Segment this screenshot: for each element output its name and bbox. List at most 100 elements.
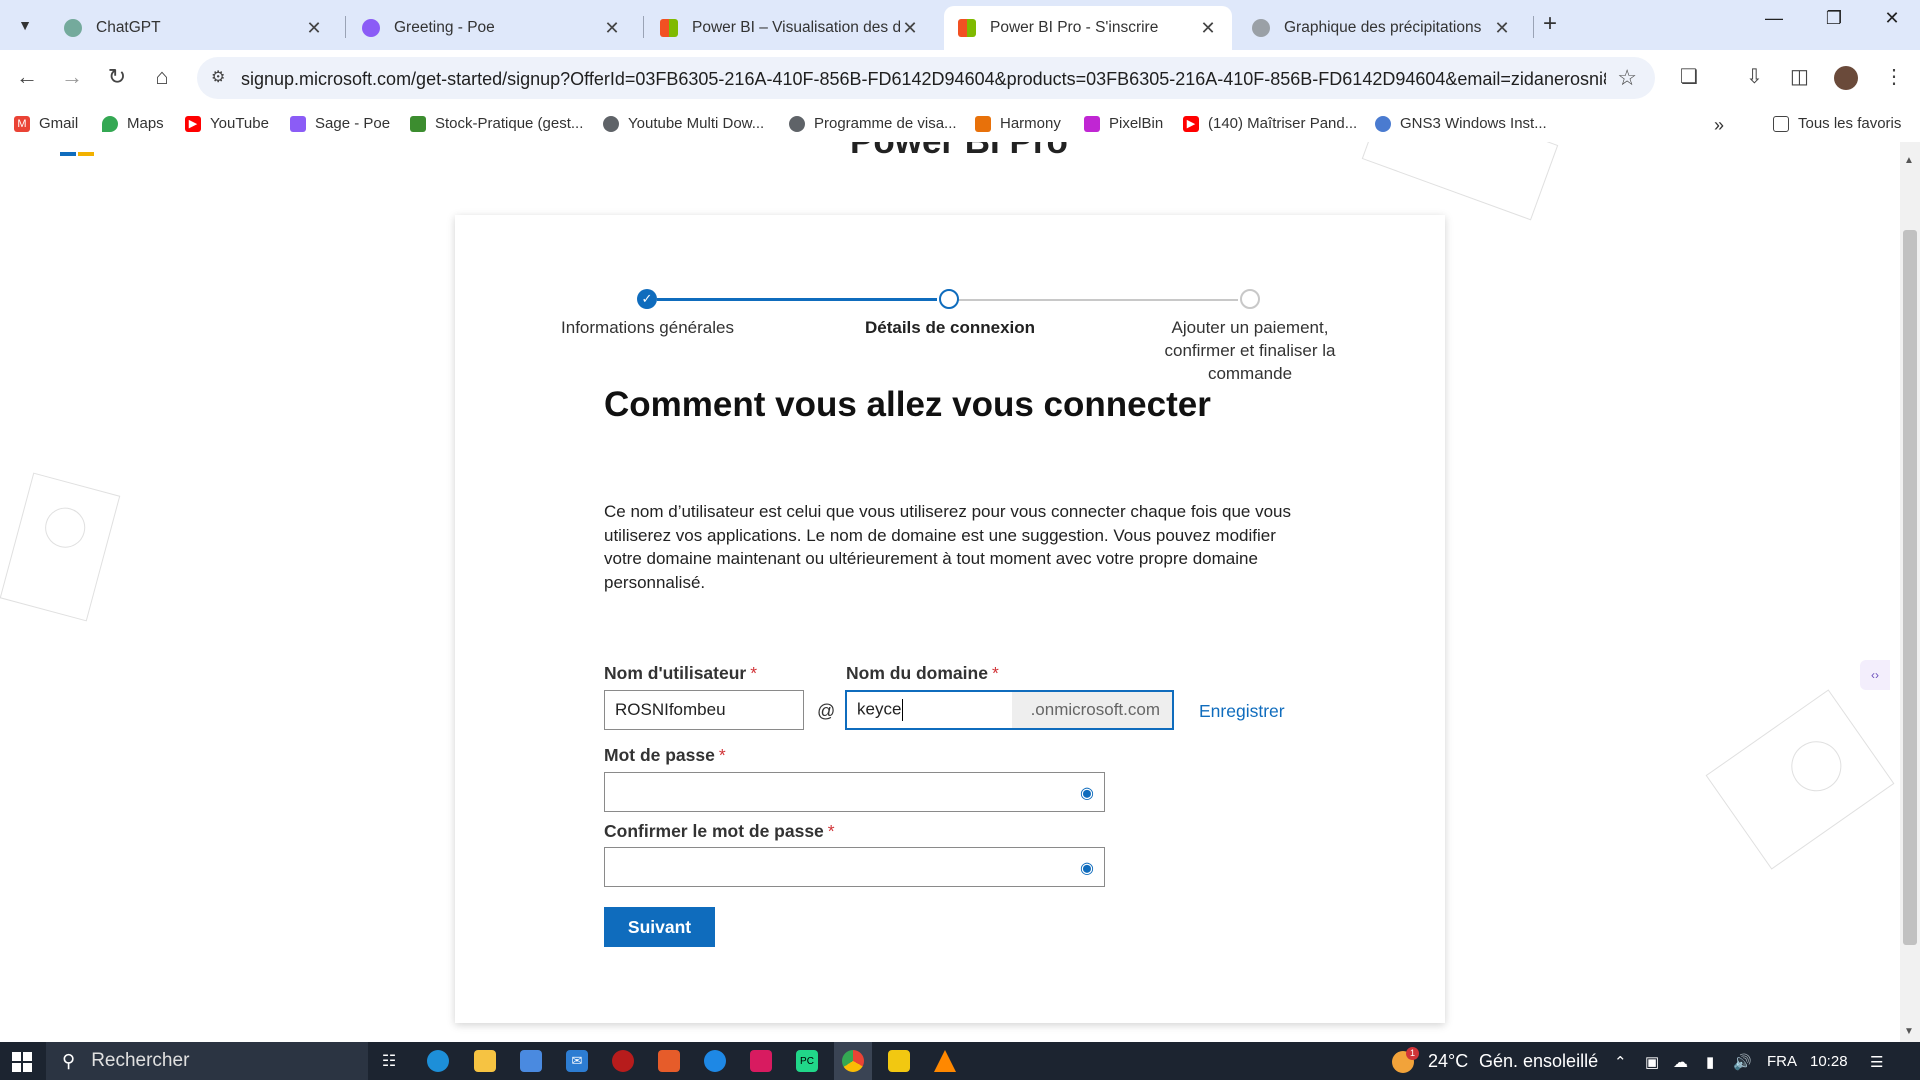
bookmark-maps[interactable]: Maps: [102, 115, 164, 132]
tab-poe[interactable]: Greeting - Poe ✕: [348, 6, 636, 50]
username-input[interactable]: ROSNIfombeu: [604, 690, 804, 730]
pycharm-icon[interactable]: PC: [796, 1050, 818, 1072]
url-text[interactable]: signup.microsoft.com/get-started/signup?…: [241, 69, 1606, 90]
bookmark-harmony[interactable]: Harmony: [975, 115, 1061, 132]
download-icon[interactable]: ⇩: [1746, 64, 1763, 89]
domain-label: Nom du domaine *: [846, 663, 999, 684]
powerbi-icon[interactable]: [888, 1050, 910, 1072]
weather-temperature[interactable]: 24°C: [1428, 1051, 1468, 1072]
reload-icon[interactable]: ↻: [102, 64, 132, 90]
chevron-up-icon[interactable]: ⌃: [1614, 1053, 1627, 1071]
youtube-icon: ▶: [1183, 115, 1199, 132]
eye-icon[interactable]: ◉: [1080, 858, 1094, 878]
windows-taskbar: ⚲ Rechercher ☷ ✉ PC 1 24°C Gén. ensoleil…: [0, 1042, 1920, 1080]
language-indicator[interactable]: FRA: [1767, 1053, 1797, 1070]
bookmark-star-icon[interactable]: ☆: [1617, 65, 1637, 91]
feedback-widget-icon[interactable]: ‹›: [1860, 660, 1890, 690]
address-bar[interactable]: ⚙ signup.microsoft.com/get-started/signu…: [197, 57, 1655, 99]
side-panel-icon[interactable]: ◫: [1790, 64, 1809, 89]
close-icon[interactable]: ✕: [900, 18, 920, 39]
site-info-icon[interactable]: ⚙: [211, 67, 225, 87]
app-blue-icon[interactable]: [704, 1050, 726, 1072]
tab-search-button[interactable]: ▼: [8, 10, 42, 40]
tab-powerbi-signup[interactable]: Power BI Pro - S'inscrire ✕: [944, 6, 1232, 50]
description-text: Ce nom d’utilisateur est celui que vous …: [604, 502, 1291, 592]
confirm-password-input[interactable]: ◉: [604, 847, 1105, 887]
new-tab-button[interactable]: +: [1543, 10, 1557, 38]
app-red-icon[interactable]: [612, 1050, 634, 1072]
tab-divider: [643, 16, 644, 38]
cloud-icon[interactable]: ☁: [1673, 1053, 1688, 1071]
all-bookmarks-folder[interactable]: Tous les favoris: [1773, 115, 1901, 132]
taskbar-search-box[interactable]: ⚲ Rechercher: [46, 1042, 368, 1080]
gmail-icon: M: [14, 115, 30, 132]
bookmark-label: (140) Maîtriser Pand...: [1208, 115, 1358, 132]
more-bookmarks-icon[interactable]: »: [1714, 115, 1724, 136]
tab-powerbi-visualisation[interactable]: Power BI – Visualisation des do ✕: [646, 6, 934, 50]
app-pink-icon[interactable]: [750, 1050, 772, 1072]
edge-icon[interactable]: [427, 1050, 449, 1072]
vlc-icon[interactable]: [934, 1050, 956, 1072]
page-heading: Comment vous allez vous connecter: [604, 385, 1211, 424]
camera-icon[interactable]: ▣: [1645, 1053, 1659, 1071]
search-icon: ⚲: [62, 1050, 76, 1071]
close-icon[interactable]: ✕: [1492, 18, 1512, 39]
domain-value: keyce: [847, 699, 904, 721]
domain-input[interactable]: keyce .onmicrosoft.com: [845, 690, 1174, 730]
window-close-icon[interactable]: ✕: [1872, 8, 1912, 29]
bookmark-youtube[interactable]: ▶ YouTube: [185, 115, 269, 132]
bookmark-maitriser-pandas[interactable]: ▶ (140) Maîtriser Pand...: [1183, 115, 1357, 132]
save-domain-link[interactable]: Enregistrer: [1199, 701, 1285, 722]
close-icon[interactable]: ✕: [602, 18, 622, 39]
bookmark-youtube-multi[interactable]: Youtube Multi Dow...: [603, 115, 764, 132]
user-sketch-icon: [40, 503, 90, 553]
required-mark: *: [750, 663, 758, 683]
extensions-icon[interactable]: ❏: [1680, 64, 1698, 89]
chrome-icon[interactable]: [842, 1050, 864, 1072]
tab-title: Power BI Pro - S'inscrire: [990, 19, 1159, 36]
clock-time[interactable]: 10:28: [1810, 1053, 1848, 1070]
menu-icon[interactable]: ⋮: [1884, 64, 1904, 89]
bookmark-sage-poe[interactable]: Sage - Poe: [290, 115, 390, 132]
eye-icon[interactable]: ◉: [1080, 783, 1094, 803]
tab-graphique[interactable]: Graphique des précipitations ✕: [1238, 6, 1526, 50]
weather-description[interactable]: Gén. ensoleillé: [1479, 1051, 1598, 1072]
next-button[interactable]: Suivant: [604, 907, 715, 947]
bookmark-pixelbin[interactable]: PixelBin: [1084, 115, 1163, 132]
task-view-icon[interactable]: ☷: [378, 1050, 400, 1072]
bookmark-gmail[interactable]: M Gmail: [14, 115, 78, 132]
forward-icon[interactable]: →: [57, 64, 87, 90]
back-icon[interactable]: ←: [12, 64, 42, 90]
bookmark-label: PixelBin: [1109, 115, 1164, 132]
password-input[interactable]: ◉: [604, 772, 1105, 812]
scroll-up-icon[interactable]: ▲: [1904, 155, 1914, 166]
file-explorer-icon[interactable]: [474, 1050, 496, 1072]
store-icon[interactable]: [520, 1050, 542, 1072]
windows-start-icon[interactable]: [12, 1052, 32, 1072]
home-icon[interactable]: ⌂: [147, 64, 177, 90]
bookmark-label: YouTube: [210, 115, 269, 132]
notifications-icon[interactable]: ☰: [1870, 1053, 1883, 1071]
tab-chatgpt[interactable]: ChatGPT ✕: [50, 6, 338, 50]
scroll-down-icon[interactable]: ▼: [1904, 1026, 1914, 1037]
step-current-dot: [939, 289, 959, 309]
step-label-connection-details: Détails de connexion: [864, 318, 1036, 337]
bookmark-stock-pratique[interactable]: Stock-Pratique (gest...: [410, 115, 583, 132]
profile-avatar[interactable]: [1834, 66, 1858, 90]
scrollbar-thumb[interactable]: [1903, 230, 1917, 945]
mail-icon[interactable]: ✉: [566, 1050, 588, 1072]
volume-icon[interactable]: 🔊: [1733, 1053, 1752, 1071]
decorative-sketch: [1705, 689, 1895, 870]
minimize-icon[interactable]: —: [1754, 8, 1794, 29]
restore-icon[interactable]: ❐: [1814, 8, 1854, 29]
browser-toolbar: ← → ↻ ⌂ ⚙ signup.microsoft.com/get-start…: [0, 50, 1920, 106]
bookmark-label: Harmony: [1000, 115, 1061, 132]
close-icon[interactable]: ✕: [304, 18, 324, 39]
close-icon[interactable]: ✕: [1198, 18, 1218, 39]
bookmark-label: Youtube Multi Dow...: [628, 115, 765, 132]
battery-icon[interactable]: ▮: [1706, 1053, 1714, 1071]
globe-icon: [789, 115, 805, 132]
bookmark-programme[interactable]: Programme de visa...: [789, 115, 957, 132]
bookmark-gns3[interactable]: GNS3 Windows Inst...: [1375, 115, 1547, 132]
xampp-icon[interactable]: [658, 1050, 680, 1072]
